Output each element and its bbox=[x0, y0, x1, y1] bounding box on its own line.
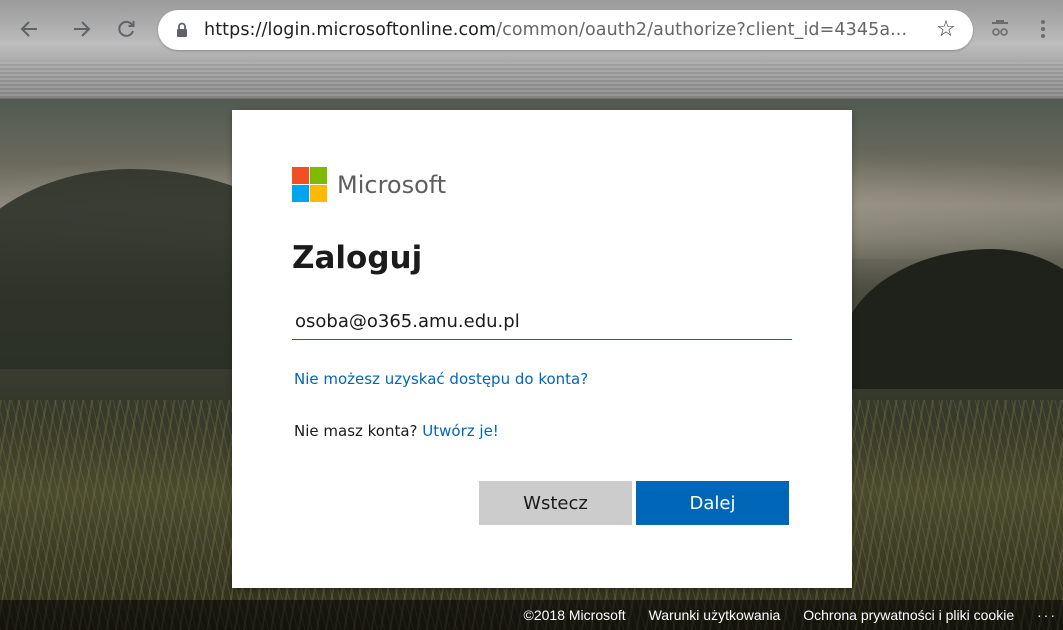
menu-icon[interactable] bbox=[1040, 18, 1046, 40]
brand-name: Microsoft bbox=[337, 171, 447, 199]
microsoft-logo-icon bbox=[292, 167, 327, 202]
browser-toolbar: https://login.microsoftonline.com/common… bbox=[0, 0, 1063, 99]
footer-terms-link[interactable]: Warunki użytkowania bbox=[649, 607, 781, 623]
footer-copyright: ©2018 Microsoft bbox=[523, 607, 626, 623]
footer-links: ©2018 Microsoft Warunki użytkowania Ochr… bbox=[524, 600, 1063, 630]
footer-privacy-link[interactable]: Ochrona prywatności i pliki cookie bbox=[803, 607, 1014, 623]
address-bar[interactable]: https://login.microsoftonline.com/common… bbox=[158, 10, 973, 50]
back-icon[interactable] bbox=[18, 18, 40, 40]
url-host: https://login.microsoftonline.com bbox=[204, 20, 497, 40]
footer-more-button[interactable]: ··· bbox=[1037, 607, 1057, 623]
reload-icon[interactable] bbox=[115, 18, 137, 40]
page-title: Zaloguj bbox=[292, 240, 423, 276]
url-text: https://login.microsoftonline.com/common… bbox=[204, 10, 907, 50]
back-button[interactable]: Wstecz bbox=[479, 481, 632, 525]
no-account-text: Nie masz konta? bbox=[294, 422, 418, 440]
cant-access-account-link[interactable]: Nie możesz uzyskać dostępu do konta? bbox=[294, 370, 588, 388]
star-icon[interactable]: ☆ bbox=[935, 18, 957, 40]
next-button[interactable]: Dalej bbox=[636, 481, 789, 525]
email-field[interactable] bbox=[292, 303, 792, 340]
no-account-line: Nie masz konta? Utwórz je! bbox=[294, 422, 499, 440]
create-account-link[interactable]: Utwórz je! bbox=[422, 422, 499, 440]
forward-icon[interactable] bbox=[71, 18, 93, 40]
lock-icon bbox=[177, 22, 187, 37]
url-path: /common/oauth2/authorize?client_id=4345a… bbox=[496, 20, 908, 40]
extension-icon[interactable] bbox=[991, 20, 1009, 38]
signin-card: Microsoft Zaloguj Nie możesz uzyskać dos… bbox=[232, 110, 852, 588]
